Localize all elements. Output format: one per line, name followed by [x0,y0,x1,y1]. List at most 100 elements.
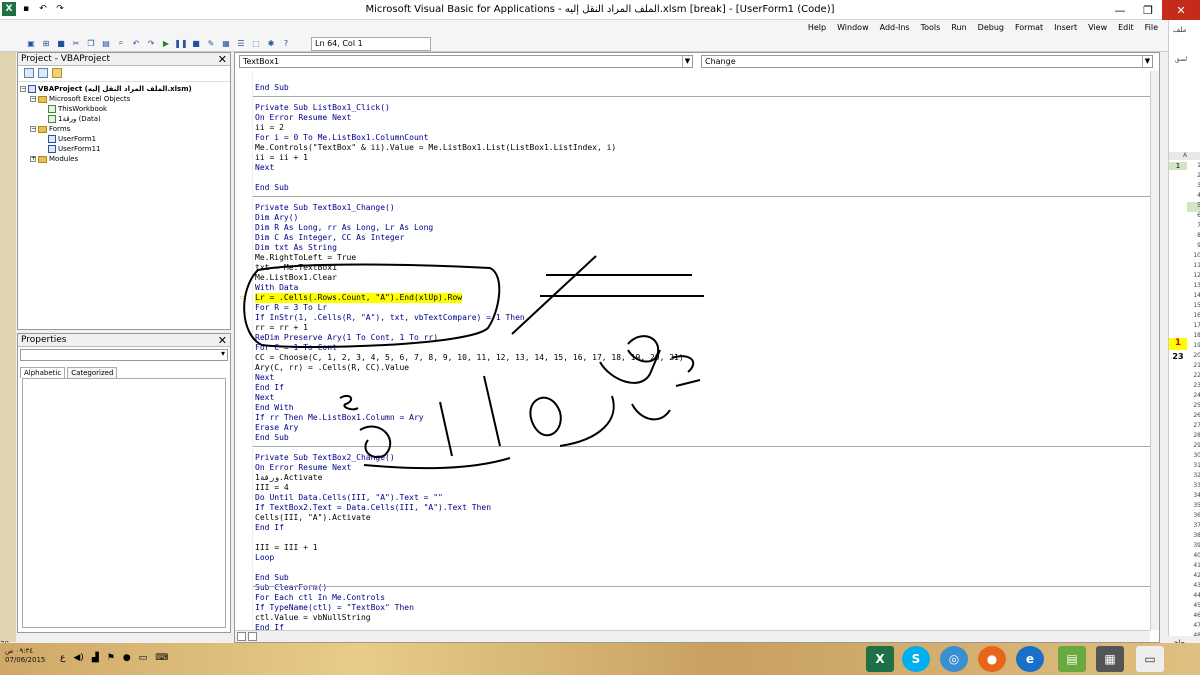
design-mode-icon[interactable]: ✎ [206,38,216,48]
view-object-icon[interactable] [38,68,48,78]
maximize-button[interactable]: ❐ [1134,0,1162,20]
code-line[interactable]: End With [255,403,294,413]
code-line[interactable]: Dim R As Long, rr As Long, Lr As Long [255,223,433,233]
row-header[interactable]: 32 [1187,472,1200,482]
close-button[interactable]: ✕ [1162,0,1200,20]
row-header[interactable]: 41 [1187,562,1200,572]
reset-icon[interactable]: ■ [191,38,201,48]
menu-item-edit[interactable]: Edit [1118,23,1134,32]
code-line[interactable]: If rr Then Me.ListBox1.Column = Ary [255,413,424,423]
row-header[interactable]: 34 [1187,492,1200,502]
close-icon[interactable]: ✕ [218,53,227,66]
code-line[interactable]: Next [255,163,274,173]
row-header[interactable]: 22 [1187,372,1200,382]
row-header[interactable]: 28 [1187,432,1200,442]
expand-icon[interactable]: + [30,156,36,162]
object-browser-icon[interactable]: ⬚ [251,38,261,48]
row-header[interactable]: 46 [1187,612,1200,622]
row-header[interactable]: 2 [1187,172,1200,182]
row-header[interactable]: 11 [1187,262,1200,272]
full-module-view-button[interactable] [248,632,257,641]
row-header[interactable]: 47 [1187,622,1200,632]
code-line[interactable]: CC = Choose(C, 1, 2, 3, 4, 5, 6, 7, 8, 9… [255,353,684,363]
code-line[interactable]: III = 4 [255,483,289,493]
code-line[interactable]: rr = rr + 1 [255,323,308,333]
tree-node-thisworkbook[interactable]: ThisWorkbook [20,104,228,114]
browser-taskbar-icon[interactable]: ◎ [940,646,968,672]
tab-alphabetic[interactable]: Alphabetic [20,367,66,378]
find-icon[interactable]: ⌕ [116,38,126,48]
code-line[interactable]: Private Sub ListBox1_Click() [255,103,390,113]
row-header[interactable]: 38 [1187,532,1200,542]
tree-node-forms[interactable]: − Forms [20,124,228,134]
battery-icon[interactable]: ▭ [139,653,148,663]
code-line[interactable]: Me.RightToLeft = True [255,253,356,263]
excel-taskbar-icon[interactable]: X [866,646,894,672]
code-line[interactable]: ctl.Value = vbNullString [255,613,371,623]
flag-icon[interactable]: ⚑ [107,653,115,663]
ie-taskbar-icon[interactable]: e [1016,646,1044,672]
row-header[interactable]: 25 [1187,402,1200,412]
object-combo[interactable]: TextBox1 ▼ [239,55,693,68]
code-line[interactable]: End Sub [255,83,289,93]
procedure-combo[interactable]: Change ▼ [701,55,1153,68]
row-header[interactable]: 37 [1187,522,1200,532]
help-icon[interactable]: ? [281,38,291,48]
collapse-icon[interactable]: − [20,86,26,92]
code-line[interactable]: ReDim Preserve Ary(1 To Cont, 1 To rr) [255,333,438,343]
clock[interactable]: ٠٩:٣٤ ص 07/06/2015 [5,647,45,665]
row-header[interactable]: 15 [1187,302,1200,312]
code-line[interactable]: For C = 1 To Cont [255,343,337,353]
row-header[interactable]: 12 [1187,272,1200,282]
window-taskbar-icon[interactable]: ▭ [1136,646,1164,672]
redo-icon[interactable]: ↷ [146,38,156,48]
toolbox-icon[interactable]: ✱ [266,38,276,48]
code-line[interactable]: Me.ListBox1.Clear [255,273,337,283]
procedure-view-button[interactable] [237,632,246,641]
row-header[interactable]: 30 [1187,452,1200,462]
code-line[interactable]: On Error Resume Next [255,113,351,123]
menu-item-tools[interactable]: Tools [921,23,941,32]
tree-node-modules[interactable]: + Modules [20,154,228,164]
menu-item-run[interactable]: Run [951,23,966,32]
firefox-taskbar-icon[interactable]: ● [978,646,1006,672]
row-header[interactable]: 18 [1187,332,1200,342]
code-line[interactable]: Lr = .Cells(.Rows.Count, "A").End(xlUp).… [255,293,463,303]
code-line[interactable]: If TypeName(ctl) = "TextBox" Then [255,603,414,613]
row-header[interactable]: 8 [1187,232,1200,242]
row-header[interactable]: 39 [1187,542,1200,552]
code-line[interactable]: End If [255,383,284,393]
code-line[interactable]: End Sub [255,573,289,583]
paste-icon[interactable]: ▤ [101,38,111,48]
save-icon[interactable]: ■ [56,38,66,48]
row-header[interactable]: 33 [1187,482,1200,492]
code-line[interactable]: If InStr(1, .Cells(R, "A"), txt, vbTextC… [255,313,525,323]
collapse-icon[interactable]: − [30,96,36,102]
code-line[interactable]: Me.Controls("TextBox" & ii).Value = Me.L… [255,143,616,153]
row-header[interactable]: 42 [1187,572,1200,582]
code-line[interactable]: End If [255,523,284,533]
cut-icon[interactable]: ✂ [71,38,81,48]
row-header[interactable]: 14 [1187,292,1200,302]
menu-item-file[interactable]: File [1145,23,1158,32]
row-header[interactable]: 10 [1187,252,1200,262]
keyboard-icon[interactable]: ⌨ [155,653,168,663]
row-header[interactable]: 20 [1187,352,1200,362]
row-header[interactable]: 3 [1187,182,1200,192]
break-icon[interactable]: ❚❚ [174,38,187,48]
code-line[interactable]: On Error Resume Next [255,463,351,473]
chevron-down-icon[interactable]: ▼ [682,56,692,67]
code-line[interactable]: Private Sub TextBox1_Change() [255,203,395,213]
menu-item-insert[interactable]: Insert [1054,23,1077,32]
code-line[interactable]: ii = ii + 1 [255,153,308,163]
row-header[interactable]: 17 [1187,322,1200,332]
row-header[interactable]: 43 [1187,582,1200,592]
code-line[interactable]: txt = Me.TextBox1 [255,263,337,273]
properties-icon[interactable]: ☰ [236,38,246,48]
tree-node-userform11[interactable]: UserForm11 [20,144,228,154]
row-header[interactable]: 26 [1187,412,1200,422]
row-header[interactable]: 31 [1187,462,1200,472]
menu-item-help[interactable]: Help [808,23,826,32]
vba-taskbar-icon[interactable]: ▦ [1096,646,1124,672]
row-header[interactable]: 36 [1187,512,1200,522]
